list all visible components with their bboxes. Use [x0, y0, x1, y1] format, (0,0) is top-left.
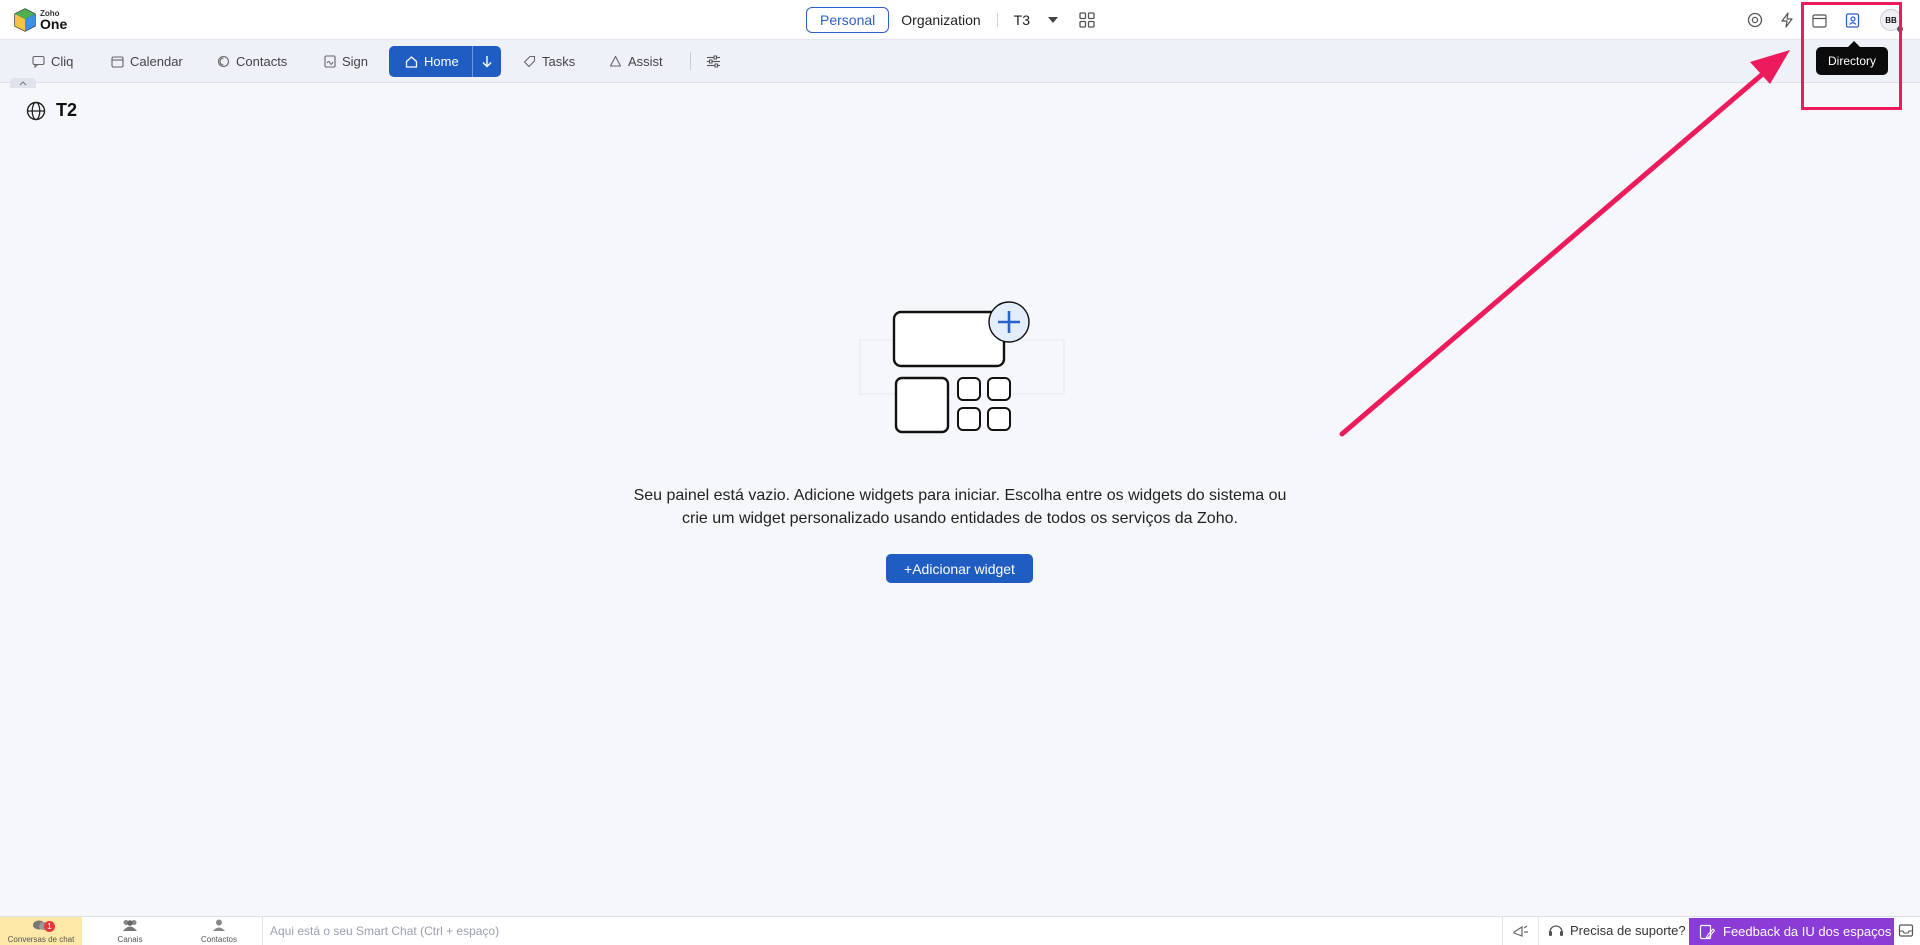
person-icon	[213, 919, 225, 931]
home-tab[interactable]: Home	[389, 46, 472, 77]
home-download-button[interactable]	[473, 46, 501, 77]
nav-label-tasks: Tasks	[542, 53, 576, 69]
lightning-icon	[1781, 12, 1793, 28]
collapse-nav-button[interactable]	[10, 78, 36, 88]
add-widget-button[interactable]: +Adicionar widget	[886, 554, 1033, 583]
chat-conversations-label: Conversas de chat	[7, 935, 75, 944]
nav-item-assist[interactable]: Assist	[609, 50, 663, 72]
quick-actions-button[interactable]	[1776, 9, 1798, 31]
top-bar: Zoho One Personal Organization T3 BB	[0, 0, 1920, 40]
apps-grid-button[interactable]	[1076, 9, 1098, 31]
feedback-button[interactable]: Feedback da IU dos espaços	[1689, 918, 1894, 945]
contacts-tab[interactable]: Contactos	[178, 917, 260, 945]
home-icon	[405, 56, 418, 68]
nav-item-tasks[interactable]: Tasks	[523, 50, 575, 72]
globe-icon	[26, 101, 46, 120]
chat-icon	[32, 55, 45, 68]
bottom-divider	[1502, 917, 1503, 945]
bottom-bar: 1 Conversas de chat Canais Contactos Aqu…	[0, 916, 1920, 945]
mentions-button[interactable]	[1744, 9, 1766, 31]
annotation-arrow	[1339, 50, 1790, 437]
inbox-icon	[1898, 924, 1914, 937]
contacts-label: Contactos	[200, 935, 238, 944]
support-label: Precisa de suporte?	[1570, 923, 1686, 938]
space-dropdown-button[interactable]	[1042, 9, 1064, 31]
space-tab-organization[interactable]: Organization	[889, 7, 992, 33]
support-link[interactable]: Precisa de suporte?	[1548, 923, 1686, 938]
at-sign-icon	[1747, 12, 1763, 28]
bottom-divider	[1538, 917, 1539, 945]
nav-item-sign[interactable]: Sign	[324, 50, 368, 72]
nav-item-home: Home	[389, 46, 501, 77]
nav-item-calendar[interactable]: Calendar	[111, 50, 183, 72]
sign-document-icon	[324, 54, 336, 68]
feedback-label: Feedback da IU dos espaços	[1723, 924, 1892, 939]
nav-label-assist: Assist	[628, 53, 663, 69]
contacts-icon	[217, 55, 230, 67]
space-separator	[996, 13, 998, 27]
megaphone-icon	[1513, 925, 1528, 937]
nav-label-home: Home	[424, 54, 459, 69]
nav-label-sign: Sign	[342, 53, 369, 69]
nav-item-contacts[interactable]: Contacts	[217, 50, 287, 72]
annotation-highlight-box	[1801, 2, 1902, 110]
nav-label-calendar: Calendar	[130, 53, 183, 69]
arrow-down-icon	[482, 56, 492, 68]
space-tab-current[interactable]: T3	[1002, 7, 1042, 33]
calendar-icon	[111, 55, 124, 68]
feedback-edit-icon	[1699, 924, 1715, 939]
nav-label-cliq: Cliq	[51, 53, 74, 69]
bottom-divider	[262, 917, 263, 945]
customize-nav-button[interactable]	[706, 50, 727, 72]
space-switcher: Personal Organization T3	[806, 6, 1098, 34]
headset-icon	[1549, 925, 1563, 936]
tag-icon	[523, 55, 536, 67]
smart-chat-input[interactable]: Aqui está o seu Smart Chat (Ctrl + espaç…	[270, 924, 499, 938]
app-nav-bar: Cliq Calendar Contacts Sign Home Tasks A…	[0, 40, 1920, 83]
chat-conversations-tab[interactable]: 1 Conversas de chat	[0, 917, 82, 945]
notifications-button[interactable]	[1898, 923, 1914, 943]
chevron-up-icon	[19, 80, 27, 85]
page-title-text: T2	[56, 100, 78, 120]
page-title: T2	[26, 100, 77, 121]
empty-state-message: Seu painel está vazio. Adicione widgets …	[600, 484, 1320, 530]
empty-dashboard-illustration	[859, 301, 1065, 434]
nav-label-contacts: Contacts	[236, 53, 288, 69]
zoho-cube-icon	[14, 8, 36, 32]
assist-icon	[609, 55, 622, 67]
empty-state-line-2: crie um widget personalizado usando enti…	[682, 510, 1238, 527]
caret-down-icon	[1048, 17, 1058, 23]
space-tab-personal[interactable]: Personal	[806, 7, 890, 33]
channels-label: Canais	[117, 935, 143, 944]
users-group-icon	[123, 920, 137, 931]
apps-grid-icon	[1079, 12, 1095, 28]
zoho-one-logo[interactable]: Zoho One	[14, 6, 67, 34]
nav-separator	[690, 52, 691, 70]
channels-tab[interactable]: Canais	[89, 917, 171, 945]
sliders-icon	[707, 55, 720, 67]
chat-unread-badge: 1	[44, 921, 55, 932]
empty-state-line-1: Seu painel está vazio. Adicione widgets …	[633, 487, 1287, 504]
broadcast-button[interactable]	[1512, 923, 1530, 944]
logo-big-text: One	[40, 15, 68, 32]
nav-item-cliq[interactable]: Cliq	[32, 50, 73, 72]
